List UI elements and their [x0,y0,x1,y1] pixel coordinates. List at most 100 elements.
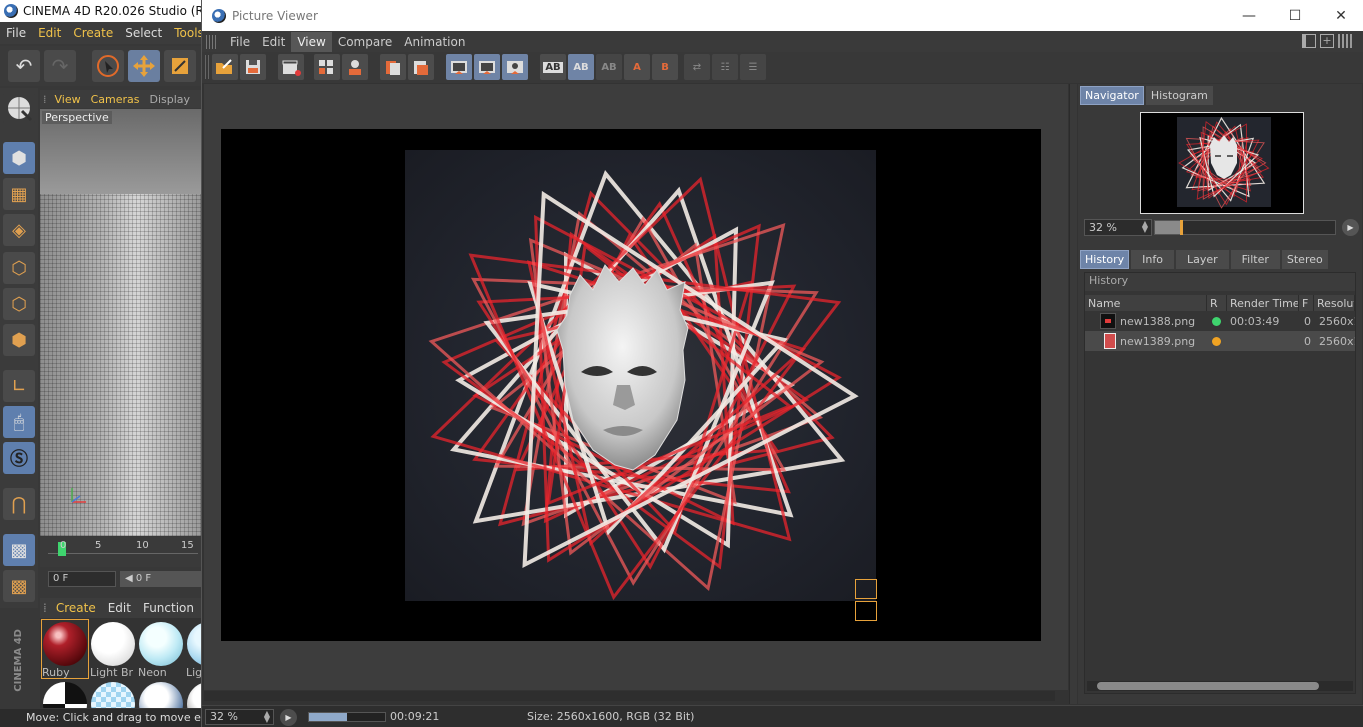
c4d-menu-tools[interactable]: Tools [168,26,201,40]
live-selection-button[interactable] [92,50,124,82]
status-play-button[interactable]: ▶ [280,709,297,726]
tab-info[interactable]: Info [1131,250,1174,269]
view-fullscreen-button[interactable] [502,54,528,80]
material-swatch[interactable] [42,680,88,708]
spinner-arrows-icon[interactable]: ▲ ▼ [1142,220,1148,234]
c4d-menu-edit[interactable]: Edit [32,26,67,40]
column-header-r[interactable]: R [1207,295,1227,311]
texture-mode-button[interactable]: ▦ [3,178,35,210]
tab-histogram[interactable]: Histogram [1145,86,1213,105]
view-split-button[interactable] [474,54,500,80]
zoom-slider-handle[interactable] [1180,220,1184,235]
pv-menu-animation[interactable]: Animation [398,32,471,52]
material-swatch-lig[interactable]: Lig [186,620,201,679]
column-header-name[interactable]: Name [1085,295,1207,311]
scrollbar-thumb[interactable] [1097,682,1319,690]
locked-workplane-button[interactable]: ▩ [3,570,35,602]
viewport-menu-display[interactable]: Display [145,93,196,106]
scale-tool-button[interactable] [164,50,196,82]
image-canvas-area[interactable] [204,84,1068,690]
render-region-marker[interactable] [855,579,877,599]
navigator-zoom-field[interactable]: 32 % ▲ ▼ [1084,219,1152,236]
status-zoom-field[interactable]: 32 % ▲ ▼ [205,709,274,725]
c4d-menu-select[interactable]: Select [119,26,168,40]
render-region-button[interactable] [314,54,340,80]
swap-ab-button[interactable]: ⇄ [684,54,710,80]
tab-navigator[interactable]: Navigator [1080,86,1144,105]
column-header-f[interactable]: F [1299,295,1314,311]
material-swatch[interactable] [186,680,201,708]
paste-image-button[interactable] [408,54,434,80]
material-swatch-light[interactable]: Light Br [90,620,136,679]
polygons-mode-button[interactable]: ⬢ [3,324,35,356]
pv-menu-file[interactable]: File [224,32,256,52]
make-editable-button[interactable] [3,92,35,124]
material-swatch[interactable] [138,680,184,708]
workplane-mode-button[interactable]: ◈ [3,214,35,246]
compare-ab-button[interactable]: AB [540,54,566,80]
material-menu-function[interactable]: Function [137,601,200,615]
minimize-button[interactable]: — [1226,0,1272,31]
copy-image-button[interactable] [380,54,406,80]
panel-menu-icon[interactable] [1338,34,1352,48]
layout-panel-icon[interactable] [1302,34,1316,48]
panel-divider[interactable] [1069,84,1077,704]
maximize-button[interactable]: ☐ [1272,0,1318,31]
view-single-button[interactable] [446,54,472,80]
c4d-menu-file[interactable]: File [0,26,32,40]
save-button[interactable] [240,54,266,80]
redo-button[interactable]: ↷ [44,50,76,82]
compare-options-button[interactable]: ☷ [712,54,738,80]
material-menu-edit[interactable]: Edit [102,601,137,615]
add-panel-icon[interactable]: + [1320,34,1334,48]
material-swatch-ruby[interactable]: Ruby [41,619,89,679]
edges-mode-button[interactable]: ⬡ [3,288,35,320]
points-mode-button[interactable]: ⬡ [3,252,35,284]
viewport-menu-cameras[interactable]: Cameras [86,93,145,106]
set-as-a-button[interactable]: A [624,54,650,80]
render-active-object-button[interactable] [342,54,368,80]
current-frame-field[interactable]: ◀ 0 F [120,571,201,587]
material-swatch[interactable] [90,680,136,708]
column-header-render-time[interactable]: Render Time [1227,295,1299,311]
render-region-marker[interactable] [855,601,877,621]
axis-mode-button[interactable]: ∟ [3,370,35,402]
spinner-arrows-icon[interactable]: ▲ ▼ [264,710,270,724]
pv-menu-edit[interactable]: Edit [256,32,291,52]
workplane-lock-button[interactable]: ▩ [3,534,35,566]
compare-ab-diff-button[interactable]: AB [596,54,622,80]
tab-stereo[interactable]: Stereo [1281,250,1328,269]
tab-history[interactable]: History [1080,250,1130,269]
solo-mode-button[interactable]: Ⓢ [3,442,35,474]
navigator-thumbnail[interactable] [1140,112,1304,214]
material-menu-create[interactable]: Create [50,601,102,615]
navigator-zoom-slider[interactable] [1154,220,1336,235]
viewport-menu-view[interactable]: View [50,93,86,106]
set-as-b-button[interactable]: B [652,54,678,80]
move-tool-button[interactable] [128,50,160,82]
pv-menu-compare[interactable]: Compare [332,32,398,52]
model-mode-button[interactable]: ⬢ [3,142,35,174]
start-frame-field[interactable]: 0 F [48,571,116,587]
render-to-viewer-button[interactable] [278,54,304,80]
canvas-horizontal-scrollbar[interactable] [204,691,1055,701]
compare-text-button[interactable]: ☰ [740,54,766,80]
tab-layer[interactable]: Layer [1175,250,1229,269]
material-swatch-neon[interactable]: Neon [138,620,184,679]
perspective-viewport[interactable]: Perspective [40,109,201,536]
snapping-button[interactable]: ⋂ [3,488,35,520]
history-row[interactable]: new1389.png 0 2560x1 [1085,331,1355,351]
compare-ab-split-button[interactable]: AB [568,54,594,80]
open-button[interactable] [212,54,238,80]
tweak-mode-button[interactable]: 🖱 [3,406,35,438]
timeline-ruler[interactable]: 0 5 10 15 [40,537,201,567]
tab-filter[interactable]: Filter [1230,250,1280,269]
undo-button[interactable]: ↶ [8,50,40,82]
history-horizontal-scrollbar[interactable] [1087,681,1353,691]
column-header-resolution[interactable]: Resolut [1314,295,1355,311]
c4d-menu-create[interactable]: Create [67,26,119,40]
pv-menu-view[interactable]: View [291,31,332,52]
zoom-play-button[interactable]: ▶ [1342,219,1359,236]
close-button[interactable]: ✕ [1318,0,1363,31]
history-row[interactable]: new1388.png 00:03:49 0 2560x1 [1085,311,1355,331]
